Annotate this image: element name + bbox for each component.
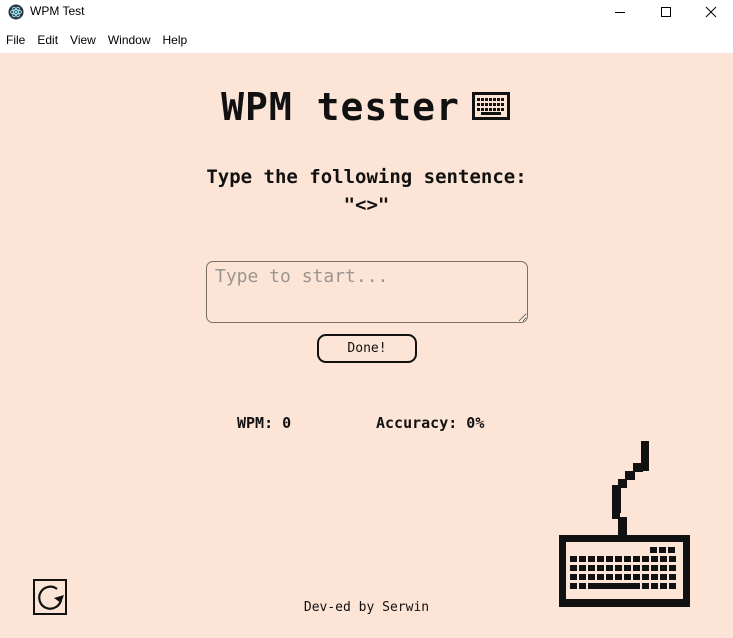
title-bar[interactable]: WPM Test — [0, 0, 733, 26]
footer-credit: Dev-ed by Serwin — [303, 600, 430, 615]
menu-help[interactable]: Help — [157, 33, 194, 47]
accuracy-readout: Accuracy: 0% — [376, 414, 485, 432]
prompt-label: Type the following sentence: — [206, 166, 527, 188]
maximize-button[interactable] — [643, 0, 689, 24]
done-button[interactable]: Done! — [317, 334, 417, 363]
wpm-readout: WPM: 0 — [237, 414, 292, 432]
app-window: WPM Test File Edit View Window Help WPM … — [0, 0, 733, 638]
target-sentence: "<>" — [343, 194, 390, 216]
window-title: WPM Test — [30, 4, 85, 18]
keyboard-illustration — [559, 441, 690, 607]
maximize-icon — [661, 7, 671, 17]
keyboard-icon — [471, 91, 510, 120]
menu-bar: File Edit View Window Help — [0, 26, 733, 53]
app-content: WPM tester Type the following sentence: … — [0, 53, 733, 638]
typing-input[interactable] — [206, 261, 528, 323]
minimize-button[interactable] — [597, 0, 643, 24]
menu-edit[interactable]: Edit — [31, 33, 64, 47]
electron-icon — [8, 4, 24, 20]
page-title: WPM tester — [0, 85, 733, 129]
page-title-text: WPM tester — [221, 85, 460, 129]
menu-window[interactable]: Window — [102, 33, 157, 47]
menu-file[interactable]: File — [0, 33, 31, 47]
menu-view[interactable]: View — [64, 33, 102, 47]
minimize-icon — [615, 12, 625, 13]
close-icon — [705, 6, 717, 18]
close-button[interactable] — [688, 0, 733, 24]
